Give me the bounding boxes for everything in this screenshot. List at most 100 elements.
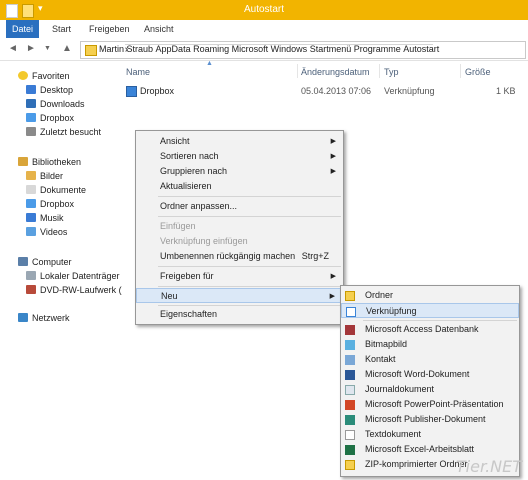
column-divider[interactable] bbox=[460, 64, 461, 78]
window-title: Autostart bbox=[243, 4, 285, 15]
new-item-bitmap[interactable]: Bitmapbild bbox=[341, 337, 519, 352]
breadcrumb-item[interactable]: Autostart bbox=[403, 44, 439, 54]
nav-item-documents[interactable]: Dokumente bbox=[26, 183, 86, 197]
star-icon bbox=[18, 71, 28, 80]
menu-item-verknuepfung-einfuegen[interactable]: Verknüpfung einfügen bbox=[136, 234, 343, 249]
excel-icon bbox=[345, 445, 355, 455]
chevron-right-icon: ▶ bbox=[329, 293, 335, 300]
libraries-icon bbox=[18, 157, 28, 166]
bitmap-icon bbox=[345, 340, 355, 350]
new-item-publisher[interactable]: Microsoft Publisher-Dokument bbox=[341, 412, 519, 427]
context-menu: Ansicht ▶ Sortieren nach ▶ Gruppieren nach… bbox=[135, 130, 344, 325]
breadcrumb-item[interactable]: Microsoft bbox=[232, 44, 269, 54]
contact-icon bbox=[345, 355, 355, 365]
desktop-icon bbox=[26, 85, 36, 94]
chevron-right-icon: ▶ bbox=[330, 138, 336, 145]
breadcrumb-item[interactable]: AppData bbox=[156, 44, 191, 54]
nav-item-desktop[interactable]: Desktop bbox=[26, 83, 73, 97]
new-item-ordner[interactable]: Ordner bbox=[341, 288, 519, 303]
new-submenu: Ordner Verknüpfung Microsoft Access Date… bbox=[340, 285, 520, 477]
nav-item-recent[interactable]: Zuletzt besucht bbox=[26, 125, 101, 139]
nav-item-videos[interactable]: Videos bbox=[26, 225, 67, 239]
nav-item-lib-dropbox[interactable]: Dropbox bbox=[26, 197, 74, 211]
breadcrumb-item[interactable]: Programme bbox=[354, 44, 401, 54]
nav-favorites[interactable]: Favoriten bbox=[18, 69, 70, 83]
address-bar[interactable]: › Martin Straub › AppData › Roaming › Micros… bbox=[80, 41, 526, 59]
recent-locations-icon[interactable]: ▼ bbox=[44, 45, 51, 52]
nav-item-dvd-drive[interactable]: DVD-RW-Laufwerk ( bbox=[26, 283, 122, 297]
nav-item-pictures[interactable]: Bilder bbox=[26, 169, 63, 183]
nav-computer[interactable]: Computer bbox=[18, 255, 72, 269]
menu-separator bbox=[158, 266, 341, 267]
column-header-date[interactable]: Änderungsdatum bbox=[301, 67, 370, 77]
tab-freigeben[interactable]: Freigeben bbox=[89, 20, 130, 38]
nav-item-music[interactable]: Musik bbox=[26, 211, 64, 225]
menu-item-sortieren[interactable]: Sortieren nach ▶ bbox=[136, 149, 343, 164]
menu-item-ordner-anpassen[interactable]: Ordner anpassen... bbox=[136, 199, 343, 214]
publisher-icon bbox=[345, 415, 355, 425]
recent-places-icon bbox=[26, 127, 36, 136]
journal-icon bbox=[345, 385, 355, 395]
watermark: Tier.NET bbox=[455, 457, 522, 476]
column-divider[interactable] bbox=[379, 64, 380, 78]
back-icon[interactable]: ◄ bbox=[8, 43, 18, 54]
chevron-right-icon: ▶ bbox=[330, 153, 336, 160]
file-date: 05.04.2013 07:06 bbox=[301, 86, 372, 96]
menu-item-freigeben-fuer[interactable]: Freigeben für ▶ bbox=[136, 269, 343, 284]
new-item-journal[interactable]: Journaldokument bbox=[341, 382, 519, 397]
nav-network[interactable]: Netzwerk bbox=[18, 311, 70, 325]
column-header-name[interactable]: Name bbox=[126, 67, 150, 77]
tab-start[interactable]: Start bbox=[52, 20, 71, 38]
shortcut-icon bbox=[126, 86, 137, 97]
tab-datei[interactable]: Datei bbox=[6, 20, 40, 38]
pictures-icon bbox=[26, 171, 36, 180]
nav-item-downloads[interactable]: Downloads bbox=[26, 97, 85, 111]
text-document-icon bbox=[345, 430, 355, 440]
nav-item-dropbox[interactable]: Dropbox bbox=[26, 111, 74, 125]
new-item-verknuepfung[interactable]: Verknüpfung bbox=[341, 303, 519, 318]
new-item-text[interactable]: Textdokument bbox=[341, 427, 519, 442]
file-name: Dropbox bbox=[140, 86, 175, 96]
menu-item-gruppieren[interactable]: Gruppieren nach ▶ bbox=[136, 164, 343, 179]
dropbox-icon bbox=[26, 113, 36, 122]
new-item-powerpoint[interactable]: Microsoft PowerPoint-Präsentation bbox=[341, 397, 519, 412]
chevron-right-icon: ▶ bbox=[330, 273, 336, 280]
breadcrumb-item[interactable]: Windows bbox=[271, 44, 308, 54]
breadcrumb-item[interactable]: Startmenü bbox=[310, 44, 352, 54]
word-icon bbox=[345, 370, 355, 380]
ribbon-tabs: Datei Start Freigeben Ansicht bbox=[0, 20, 528, 39]
menu-item-einfuegen[interactable]: Einfügen bbox=[136, 219, 343, 234]
new-item-excel[interactable]: Microsoft Excel-Arbeitsblatt bbox=[341, 442, 519, 457]
file-size: 1 KB bbox=[496, 86, 516, 96]
zip-folder-icon bbox=[345, 460, 355, 470]
breadcrumb-item[interactable]: Roaming bbox=[193, 44, 229, 54]
menu-separator bbox=[158, 196, 341, 197]
nav-libraries[interactable]: Bibliotheken bbox=[18, 155, 81, 169]
sort-arrow-icon: ▲ bbox=[206, 60, 213, 67]
menu-item-aktualisieren[interactable]: Aktualisieren bbox=[136, 179, 343, 194]
column-header-type[interactable]: Typ bbox=[384, 67, 399, 77]
menu-separator bbox=[363, 320, 517, 321]
new-item-word[interactable]: Microsoft Word-Dokument bbox=[341, 367, 519, 382]
network-icon bbox=[18, 313, 28, 322]
chevron-right-icon: ▶ bbox=[330, 168, 336, 175]
music-icon bbox=[26, 213, 36, 222]
new-item-kontakt[interactable]: Kontakt bbox=[341, 352, 519, 367]
folder-icon bbox=[345, 291, 355, 301]
column-divider[interactable] bbox=[297, 64, 298, 78]
menu-item-neu[interactable]: Neu ▶ bbox=[136, 288, 343, 303]
file-type: Verknüpfung bbox=[384, 86, 435, 96]
tab-ansicht[interactable]: Ansicht bbox=[144, 20, 174, 38]
nav-item-local-disk[interactable]: Lokaler Datenträger bbox=[26, 269, 120, 283]
column-header-size[interactable]: Größe bbox=[465, 67, 491, 77]
navigation-bar: ◄ ► ▼ ▲ › Martin Straub › AppData › Roaming… bbox=[0, 38, 528, 61]
forward-icon[interactable]: ► bbox=[26, 43, 36, 54]
dropbox-icon bbox=[26, 199, 36, 208]
powerpoint-icon bbox=[345, 400, 355, 410]
new-item-access[interactable]: Microsoft Access Datenbank bbox=[341, 322, 519, 337]
menu-item-ansicht[interactable]: Ansicht ▶ bbox=[136, 134, 343, 149]
menu-item-umbenennen-rueckgaengig[interactable]: Umbenennen rückgängig machen Strg+Z bbox=[136, 249, 343, 264]
up-icon[interactable]: ▲ bbox=[62, 43, 72, 54]
access-icon bbox=[345, 325, 355, 335]
menu-item-eigenschaften[interactable]: Eigenschaften bbox=[136, 307, 343, 322]
